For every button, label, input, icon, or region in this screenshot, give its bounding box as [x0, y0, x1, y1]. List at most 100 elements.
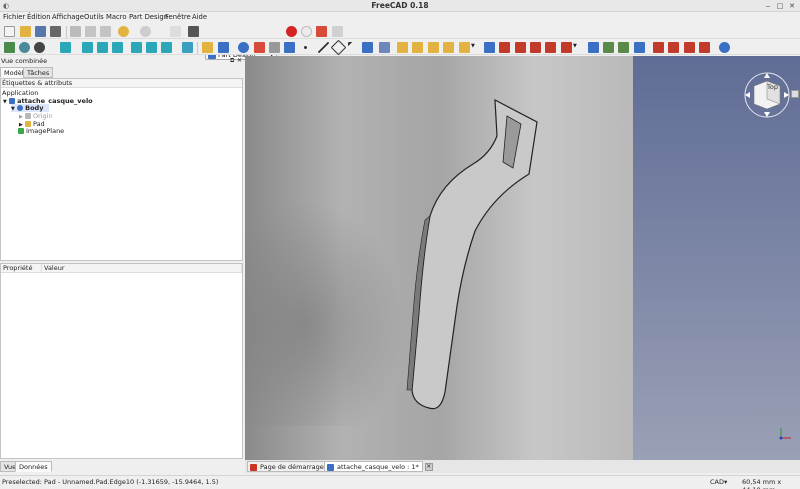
navigation-style-selector[interactable]: CAD▾ [710, 478, 727, 486]
subtractive-pipe-icon[interactable] [545, 42, 556, 53]
combo-view-title: Vue combinée [1, 57, 48, 65]
clone-icon[interactable] [284, 42, 295, 53]
hole-icon[interactable] [499, 42, 510, 53]
undock-icon[interactable]: ⧉ [230, 57, 234, 65]
3d-scene[interactable] [245, 56, 800, 460]
record-macro-icon[interactable] [286, 26, 297, 37]
revolution-icon[interactable] [412, 42, 423, 53]
model-tree: Étiquettes & attributs Application ▼ att… [0, 78, 243, 261]
nav-cube-mini-icon[interactable] [791, 90, 799, 98]
groove-icon[interactable] [515, 42, 526, 53]
additive-loft-icon[interactable] [428, 42, 439, 53]
tree-item-origin[interactable]: ▶ Origin [19, 112, 53, 120]
menu-edition[interactable]: Édition [27, 13, 51, 21]
view-right-icon[interactable] [112, 42, 123, 53]
create-body-icon[interactable] [238, 42, 249, 53]
subshape-binder-icon[interactable] [379, 42, 390, 53]
stop-macro-icon[interactable] [301, 26, 312, 37]
create-part-icon[interactable] [202, 42, 213, 53]
macro-editor-icon[interactable] [316, 26, 327, 37]
view-left-icon[interactable] [161, 42, 172, 53]
datum-plane-icon[interactable] [330, 39, 347, 56]
menu-aide[interactable]: Aide [192, 13, 207, 21]
view-isometric-icon[interactable] [60, 42, 71, 53]
chevron-down-icon[interactable]: ▼ [471, 43, 475, 49]
open-icon[interactable] [20, 26, 31, 37]
menu-part-design[interactable]: Part Design [129, 13, 168, 21]
value-column-header: Valeur [42, 264, 242, 273]
menu-affichage[interactable]: Affichage [52, 13, 84, 21]
fit-selection-icon[interactable] [19, 42, 30, 53]
additive-pipe-icon[interactable] [443, 42, 454, 53]
redo-icon[interactable] [140, 26, 151, 37]
body-icon [17, 105, 24, 111]
property-view: Propriété Valeur [0, 263, 243, 459]
draw-style-icon[interactable] [34, 42, 45, 53]
paste-icon[interactable] [100, 26, 111, 37]
create-sketch-icon[interactable] [254, 42, 265, 53]
create-group-icon[interactable] [218, 42, 229, 53]
close-icon[interactable]: ✕ [788, 2, 796, 10]
combo-view-header: Vue combinée ⧉ ✕ [0, 57, 243, 66]
whats-this-icon[interactable] [188, 26, 199, 37]
draft-icon[interactable] [684, 42, 695, 53]
linear-pattern-icon[interactable] [603, 42, 614, 53]
close-panel-icon[interactable]: ✕ [237, 57, 242, 64]
polar-pattern-icon[interactable] [618, 42, 629, 53]
mirrored-icon[interactable] [588, 42, 599, 53]
chamfer-icon[interactable] [668, 42, 679, 53]
maximize-icon[interactable]: □ [776, 2, 784, 10]
execute-macro-icon[interactable] [332, 26, 343, 37]
menu-outils[interactable]: Outils [84, 13, 104, 21]
property-tabs: Vue Données [0, 461, 243, 472]
new-document-icon[interactable] [4, 26, 15, 37]
print-icon[interactable] [50, 26, 61, 37]
undo-icon[interactable] [118, 26, 129, 37]
document-tabs: Page de démarrage × attache_casque_velo … [245, 460, 800, 473]
additive-primitive-icon[interactable] [459, 42, 470, 53]
window-title: FreeCAD 0.18 [371, 1, 429, 10]
view-top-icon[interactable] [97, 42, 108, 53]
pocket-icon[interactable] [484, 42, 495, 53]
measure-distance-icon[interactable] [182, 42, 193, 53]
tree-item-imageplane[interactable]: ImagePlane [18, 127, 64, 135]
validate-sketch-icon[interactable] [269, 42, 280, 53]
tree-header: Étiquettes & attributs [1, 79, 242, 88]
minimize-icon[interactable]: ‒ [764, 2, 772, 10]
view-front-icon[interactable] [82, 42, 93, 53]
boolean-icon[interactable] [719, 42, 730, 53]
chevron-down-icon[interactable]: ▼ [573, 43, 577, 49]
3d-viewport[interactable]: Top [245, 56, 800, 460]
menu-fichier[interactable]: Fichier [3, 13, 25, 21]
menu-macro[interactable]: Macro [106, 13, 127, 21]
collapse-arrow-icon[interactable]: ▼ [3, 99, 7, 105]
shape-binder-icon[interactable] [362, 42, 373, 53]
navigation-cube[interactable]: Top [740, 68, 799, 123]
menu-fenetre[interactable]: Fenêtre [165, 13, 191, 21]
view-bottom-icon[interactable] [146, 42, 157, 53]
refresh-icon[interactable] [170, 26, 181, 37]
subtractive-primitive-icon[interactable] [561, 42, 572, 53]
tab-donnees[interactable]: Données [15, 461, 52, 472]
fillet-icon[interactable] [653, 42, 664, 53]
origin-icon [24, 113, 31, 119]
thickness-icon[interactable] [699, 42, 710, 53]
subtractive-loft-icon[interactable] [530, 42, 541, 53]
tab-document[interactable]: attache_casque_velo : 1* × [324, 461, 433, 472]
datum-line-icon[interactable] [318, 42, 329, 53]
tab-taches[interactable]: Tâches [23, 67, 54, 78]
collapse-arrow-icon[interactable]: ▼ [11, 106, 15, 112]
view-rear-icon[interactable] [131, 42, 142, 53]
copy-icon[interactable] [85, 26, 96, 37]
multi-transform-icon[interactable] [634, 42, 645, 53]
pad-icon[interactable] [397, 42, 408, 53]
datum-point-icon[interactable] [304, 46, 307, 49]
local-cs-icon[interactable] [348, 42, 359, 53]
cut-icon[interactable] [70, 26, 81, 37]
save-icon[interactable] [35, 26, 46, 37]
close-tab-icon[interactable]: × [424, 463, 433, 471]
fit-all-icon[interactable] [4, 42, 15, 53]
menu-bar: Fichier Édition Affichage Outils Macro P… [0, 12, 800, 23]
tab-start-page[interactable]: Page de démarrage × [247, 461, 338, 472]
tree-item-body[interactable]: ▼ Body [11, 104, 50, 112]
